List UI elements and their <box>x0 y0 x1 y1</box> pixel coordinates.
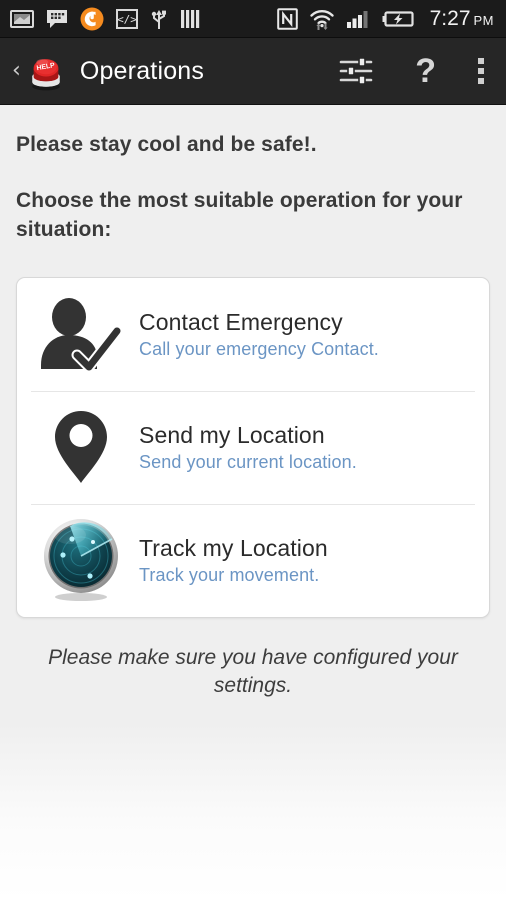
status-bar-right-icons: 7:27 PM <box>276 7 494 31</box>
operation-row-contact-emergency[interactable]: Contact Emergency Call your emergency Co… <box>17 278 489 391</box>
operation-text-wrap: Send my Location Send your current locat… <box>127 422 357 473</box>
sim-bars-icon <box>181 9 200 28</box>
operation-text-wrap: Contact Emergency Call your emergency Co… <box>127 309 379 360</box>
headline-text: Please stay cool and be safe!. <box>16 133 317 156</box>
action-bar-buttons: ? <box>339 54 492 88</box>
operation-row-send-location[interactable]: Send my Location Send your current locat… <box>17 390 489 504</box>
footer-note: Please make sure you have configured you… <box>48 645 458 698</box>
orange-circle-app-icon <box>80 7 104 30</box>
operation-icon-wrap <box>35 517 127 603</box>
operation-title: Send my Location <box>139 421 325 448</box>
content-area: Please stay cool and be safe!. Choose th… <box>0 105 506 900</box>
operation-icon-wrap <box>35 408 127 486</box>
code-developer-icon: </> <box>116 8 138 29</box>
map-pin-icon <box>55 411 107 484</box>
overflow-menu-button[interactable] <box>478 58 484 84</box>
phone-screen: </> 7:27 PM ‹ HELP Operations ? Please s… <box>0 0 506 900</box>
status-bar: </> 7:27 PM <box>0 0 506 38</box>
operation-title: Track my Location <box>139 534 328 561</box>
nfc-icon <box>276 7 298 30</box>
radar-scope-icon <box>44 519 118 602</box>
operation-icon-wrap <box>35 297 127 372</box>
help-button[interactable]: ? <box>415 54 436 88</box>
operation-title: Contact Emergency <box>139 308 343 335</box>
screenshot-icon <box>10 9 34 28</box>
back-chevron-icon[interactable]: ‹ <box>8 60 24 82</box>
status-bar-left-icons: </> <box>10 7 202 31</box>
operations-card: Contact Emergency Call your emergency Co… <box>16 276 490 618</box>
subhead-text: Choose the most suitable operation for y… <box>16 189 463 241</box>
operation-text-wrap: Track my Location Track your movement. <box>127 535 328 586</box>
overflow-dots-icon <box>478 58 484 84</box>
contact-person-check-icon <box>41 298 123 372</box>
action-bar: ‹ HELP Operations ? <box>0 38 506 105</box>
usb-icon <box>151 9 166 29</box>
bbm-message-icon <box>47 9 67 28</box>
clock-meridiem: PM <box>473 13 494 28</box>
signal-bars-icon <box>346 10 368 28</box>
operation-subtitle: Track your movement. <box>139 564 320 585</box>
sliders-icon <box>339 57 373 85</box>
wifi-icon <box>309 9 334 30</box>
battery-charging-icon <box>382 10 414 27</box>
help-button-logo[interactable]: HELP <box>24 49 68 93</box>
svg-text:</>: </> <box>117 13 137 26</box>
operation-row-track-location[interactable]: Track my Location Track your movement. <box>17 503 489 617</box>
operation-subtitle: Send your current location. <box>139 451 357 472</box>
page-title: Operations <box>79 56 205 85</box>
clock-time: 7:27 <box>429 7 471 30</box>
question-mark-icon: ? <box>415 52 436 90</box>
operation-subtitle: Call your emergency Contact. <box>139 338 379 359</box>
status-bar-clock: 7:27 PM <box>430 8 494 29</box>
settings-sliders-button[interactable] <box>339 56 373 86</box>
